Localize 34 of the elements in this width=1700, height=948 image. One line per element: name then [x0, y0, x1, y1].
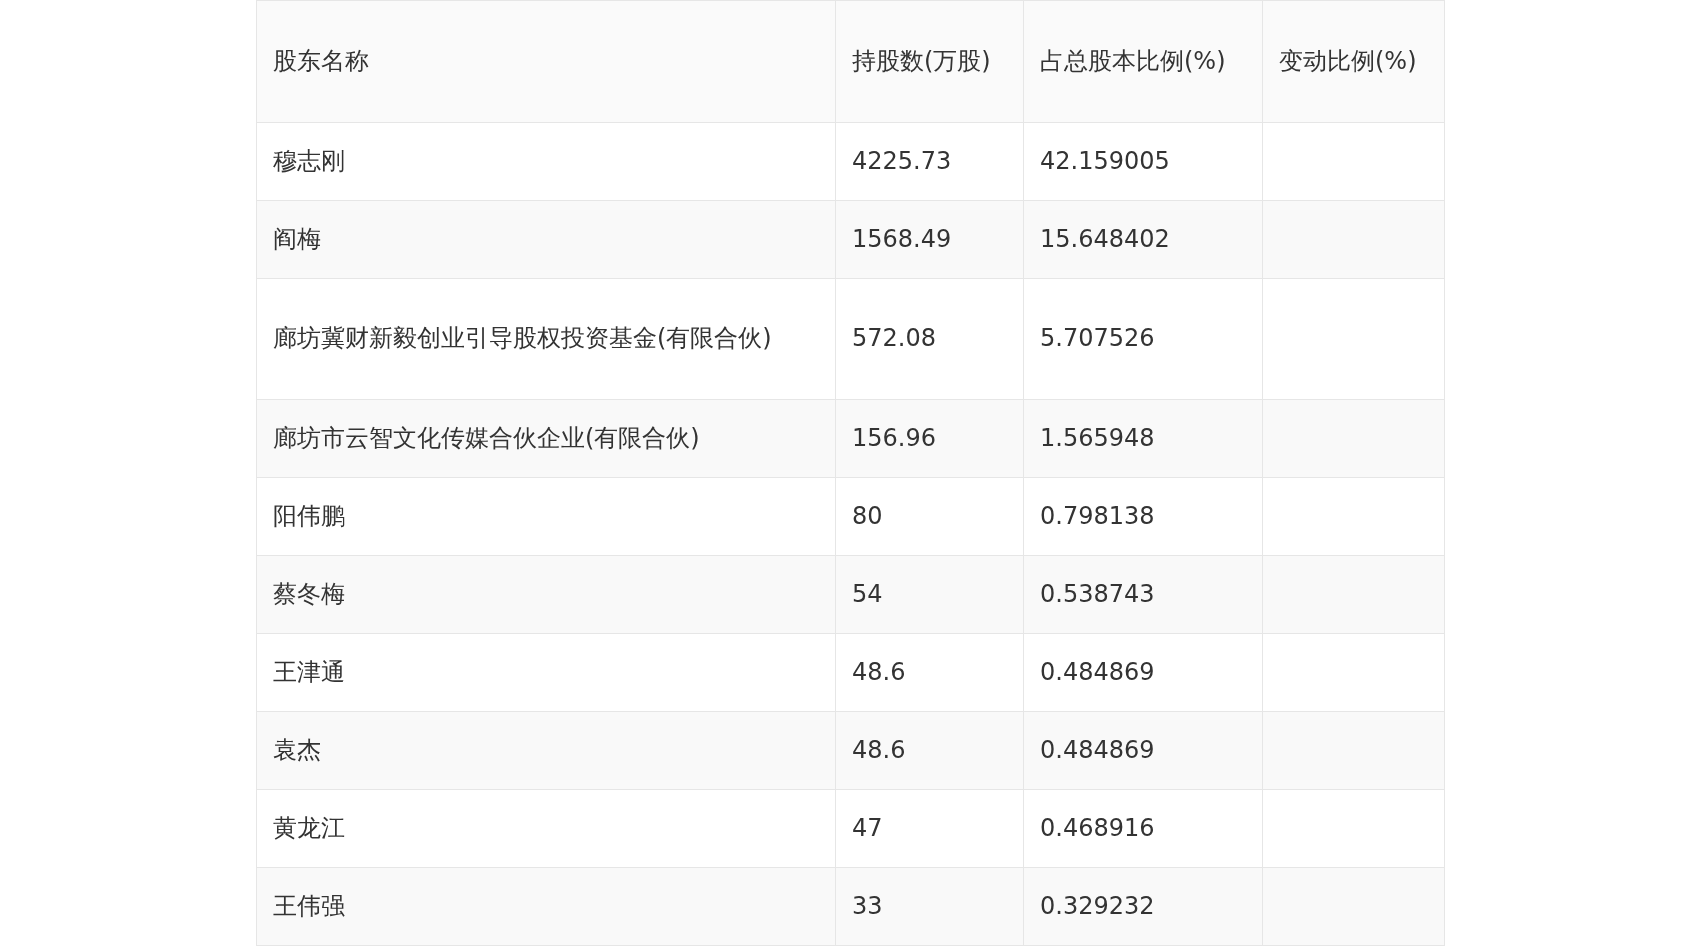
table-cell: 15.648402 [1023, 200, 1263, 279]
table-cell: 48.6 [835, 711, 1024, 790]
table-cell: 48.6 [835, 633, 1024, 712]
table-cell: 156.96 [835, 399, 1024, 478]
table-cell: 0.329232 [1023, 867, 1263, 946]
column-header: 股东名称 [256, 0, 836, 123]
table-cell: 阳伟鹏 [256, 477, 836, 556]
table-cell: 47 [835, 789, 1024, 868]
table-cell: 0.484869 [1023, 633, 1263, 712]
column-header: 占总股本比例(%) [1023, 0, 1263, 123]
table-cell: 80 [835, 477, 1024, 556]
table-cell: 0.484869 [1023, 711, 1263, 790]
column-header: 变动比例(%) [1262, 0, 1445, 123]
table-cell: 王伟强 [256, 867, 836, 946]
table-cell: 1.565948 [1023, 399, 1263, 478]
table-cell: 42.159005 [1023, 122, 1263, 201]
table-cell: 穆志刚 [256, 122, 836, 201]
table-cell: 黄龙江 [256, 789, 836, 868]
table-cell: 廊坊市云智文化传媒合伙企业(有限合伙) [256, 399, 836, 478]
table-cell: 王津通 [256, 633, 836, 712]
table-cell: 4225.73 [835, 122, 1024, 201]
table-cell: 572.08 [835, 278, 1024, 400]
table-cell: 5.707526 [1023, 278, 1263, 400]
table-cell: 33 [835, 867, 1024, 946]
table-cell: 廊坊冀财新毅创业引导股权投资基金(有限合伙) [256, 278, 836, 400]
table-cell: 0.468916 [1023, 789, 1263, 868]
table-cell: 1568.49 [835, 200, 1024, 279]
table-cell: 0.538743 [1023, 555, 1263, 634]
table-cell: 0.798138 [1023, 477, 1263, 556]
column-header: 持股数(万股) [835, 0, 1024, 123]
table-cell: 蔡冬梅 [256, 555, 836, 634]
table-cell: 袁杰 [256, 711, 836, 790]
table-cell: 阎梅 [256, 200, 836, 279]
table-cell: 54 [835, 555, 1024, 634]
